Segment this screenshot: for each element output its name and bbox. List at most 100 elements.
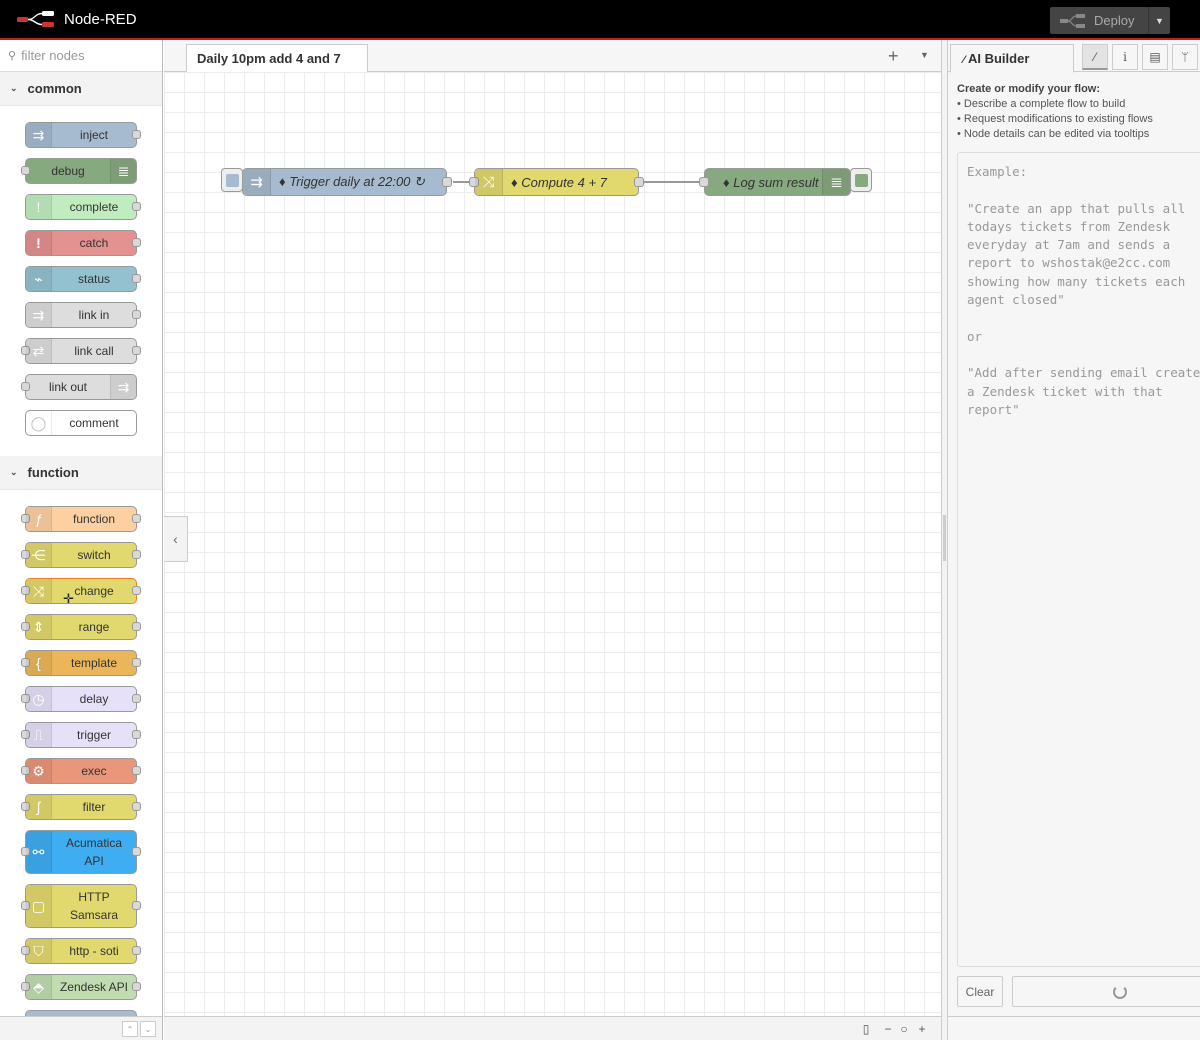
help-item: • Describe a complete flow to build xyxy=(957,98,1126,110)
output-port xyxy=(132,658,141,667)
palette-node-complete[interactable]: ! complete xyxy=(25,194,141,220)
palette-filter[interactable]: ⚲ filter nodes xyxy=(0,40,162,72)
book-icon[interactable]: ▤ xyxy=(1142,44,1168,70)
category-label: function xyxy=(27,465,79,480)
input-port xyxy=(21,166,30,175)
palette-node-link-in[interactable]: ⇉ link in xyxy=(25,302,141,328)
link-arrow-icon: ⇉ xyxy=(26,303,52,327)
shield-icon: ⛉ xyxy=(26,939,52,963)
output-port xyxy=(132,310,141,319)
template-brace-icon: { xyxy=(26,651,52,675)
flow-canvas[interactable]: ⇉ ♦ Trigger daily at 22:00 ↻ ⤨ ♦ Compute… xyxy=(164,72,941,1016)
flow-node-change[interactable]: ⤨ ♦ Compute 4 + 7 xyxy=(469,168,644,196)
tab-label: AI Builder xyxy=(967,51,1030,66)
tab-ai-builder[interactable]: ⁄ AI Builder xyxy=(950,44,1074,73)
workspace-tabs: Daily 10pm add 4 and 7 + ▼ xyxy=(164,40,941,73)
help-title: Create or modify your flow: xyxy=(957,83,1101,95)
output-port xyxy=(132,202,141,211)
palette-node-inject[interactable]: ⇉ inject xyxy=(25,122,141,148)
magic-wand-icon: ⁄ xyxy=(963,54,965,66)
sidebar: ⁄ AI Builder ⁄ i ▤ ᛘ Create or modify yo… xyxy=(948,40,1200,1040)
palette-node-delay[interactable]: ◷ delay xyxy=(21,686,141,712)
change-shuffle-icon: ⤨ xyxy=(26,579,52,603)
category-common-header[interactable]: ⌄ common xyxy=(0,72,162,106)
flow-node-label: ♦ Log sum result xyxy=(723,174,819,190)
zoom-in-icon[interactable]: + xyxy=(914,1021,930,1037)
palette-node-link-call[interactable]: ⇄ link call xyxy=(21,338,141,364)
help-item: • Node details can be edited via tooltip… xyxy=(957,128,1150,140)
deploy-button[interactable]: Deploy ▼ xyxy=(1050,7,1170,34)
map-icon[interactable]: ▯ xyxy=(858,1021,874,1037)
tag-icon: ⬘ xyxy=(26,975,52,999)
app-title: Node-RED xyxy=(64,10,137,28)
chevron-left-icon[interactable]: ‹ xyxy=(164,516,188,562)
inject-trigger-button[interactable] xyxy=(221,168,243,192)
output-port xyxy=(132,847,141,856)
tab-flow[interactable]: Daily 10pm add 4 and 7 xyxy=(186,44,368,73)
output-port[interactable] xyxy=(442,177,452,187)
palette-node-catch[interactable]: ! catch xyxy=(25,230,141,256)
zoom-reset-icon[interactable]: ○ xyxy=(896,1021,912,1037)
input-port[interactable] xyxy=(699,177,709,187)
input-port xyxy=(21,382,30,391)
palette-node-acumatica-api[interactable]: ⚯ Acumatica API xyxy=(21,830,141,874)
filter-nodes-input[interactable]: filter nodes xyxy=(21,48,85,63)
sidebar-footer xyxy=(948,1016,1200,1040)
palette-node-change[interactable]: ⤨ change ✛ xyxy=(21,578,141,606)
output-port xyxy=(132,982,141,991)
info-icon[interactable]: i xyxy=(1112,44,1138,70)
move-cursor-icon: ✛ xyxy=(63,591,74,606)
output-port xyxy=(132,550,141,559)
debug-list-icon: ≣ xyxy=(822,169,850,195)
category-function-header[interactable]: ⌄ function xyxy=(0,456,162,490)
palette-node-link-out[interactable]: link out ⇉ xyxy=(21,374,137,400)
link-call-icon: ⇄ xyxy=(26,339,52,363)
ai-builder-help: Create or modify your flow: • Describe a… xyxy=(948,72,1200,142)
palette-node-filter[interactable]: ∫ filter xyxy=(21,794,141,820)
git-branch-icon[interactable]: ᛘ xyxy=(1172,44,1198,70)
palette-node-trigger[interactable]: ⎍ trigger xyxy=(21,722,141,748)
wire-connections xyxy=(453,181,704,183)
ai-send-field[interactable] xyxy=(1012,976,1200,1007)
tab-list-caret-icon[interactable]: ▼ xyxy=(920,50,929,60)
palette-node-debug[interactable]: debug ≣ xyxy=(21,158,137,184)
palette-node-switch[interactable]: ⋲ switch xyxy=(21,542,141,568)
expand-all-icon[interactable]: ⌄ xyxy=(140,1021,156,1037)
palette-node-template[interactable]: { template xyxy=(21,650,141,676)
output-port[interactable] xyxy=(634,177,644,187)
comment-bubble-icon: ◯ xyxy=(26,411,52,435)
palette-node-comment[interactable]: ◯ comment xyxy=(25,410,137,436)
debug-list-icon: ≣ xyxy=(110,159,136,183)
filter-icon: ∫ xyxy=(26,795,52,819)
trigger-pulse-icon: ⎍ xyxy=(26,723,52,747)
output-port xyxy=(132,514,141,523)
add-flow-icon[interactable]: + xyxy=(888,46,899,67)
palette-node-function[interactable]: ƒ function xyxy=(21,506,141,532)
sidebar-splitter[interactable] xyxy=(941,40,948,1040)
palette-node-http-soti[interactable]: ⛉ http - soti xyxy=(21,938,141,964)
flow-node-inject[interactable]: ⇉ ♦ Trigger daily at 22:00 ↻ xyxy=(242,168,452,196)
palette-node-exec[interactable]: ⚙ exec xyxy=(21,758,141,784)
chevron-down-icon: ⌄ xyxy=(10,83,18,93)
splitter-grip[interactable] xyxy=(943,515,946,561)
link-arrow-icon: ⇉ xyxy=(110,375,136,399)
link-chain-icon: ⚯ xyxy=(26,831,52,873)
output-port xyxy=(132,346,141,355)
ai-wand-tab-icon[interactable]: ⁄ xyxy=(1082,44,1108,70)
ai-prompt-textarea[interactable]: Example: "Create an app that pulls all t… xyxy=(957,152,1200,967)
debug-toggle-button[interactable] xyxy=(850,168,872,192)
palette-node-range[interactable]: ⇕ range xyxy=(21,614,141,640)
output-port xyxy=(132,274,141,283)
deploy-label: Deploy xyxy=(1094,13,1135,28)
output-port xyxy=(132,730,141,739)
palette-node-status[interactable]: ⌁ status xyxy=(25,266,141,292)
palette-node-http-samsara[interactable]: ▢ HTTP Samsara xyxy=(21,884,141,928)
flow-node-debug[interactable]: ♦ Log sum result ≣ xyxy=(699,168,851,196)
clear-button[interactable]: Clear xyxy=(957,976,1003,1007)
output-port xyxy=(132,238,141,247)
zoom-out-icon[interactable]: − xyxy=(880,1021,896,1037)
deploy-menu-caret-icon[interactable]: ▼ xyxy=(1148,7,1170,34)
collapse-all-icon[interactable]: ⌃ xyxy=(122,1021,138,1037)
palette-node-zendesk-api[interactable]: ⬘ Zendesk API xyxy=(21,974,141,1000)
output-port xyxy=(132,586,141,595)
